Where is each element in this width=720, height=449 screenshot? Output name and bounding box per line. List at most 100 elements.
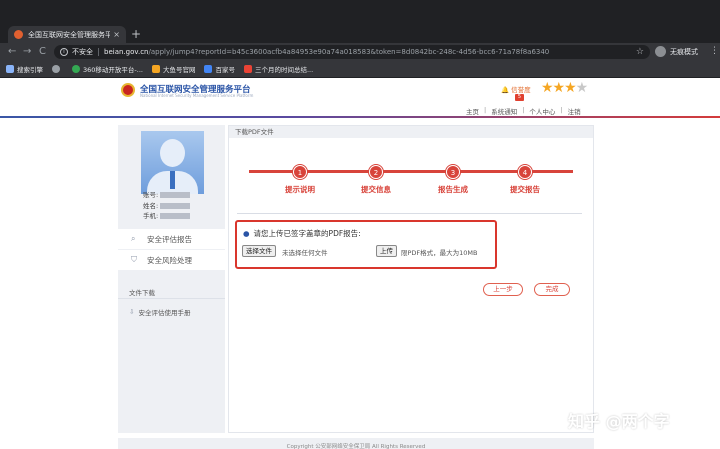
url-text[interactable]: beian.gov.cn/apply/jump4?reportId=b45c36… [104,48,632,56]
browser-tab[interactable]: 全国互联网安全管理服务平台 × [8,26,126,43]
previous-step-button[interactable]: 上一步 [483,283,523,296]
site-subtitle: National Internet Security Management Se… [140,93,254,98]
step-label: 提示说明 [285,185,315,194]
download-icon: ⇩ [129,308,135,316]
step-4: 4 提交报告 [495,165,555,195]
files-divider [118,298,225,299]
no-file-label: 未选择任何文件 [282,249,328,257]
menu-icon[interactable]: ⋮ [710,46,719,56]
bookmarks-bar: 搜索引擎 360移动开放平台-... 大鱼号官网 百家号 三个月的时间总结... [0,61,720,78]
bookmark-item[interactable]: 搜索引擎 [6,64,43,74]
browser-tab-bar: 全国互联网安全管理服务平台 × + [0,0,720,43]
name-label: 姓名: [143,201,159,210]
choose-file-button[interactable]: 选择文件 [242,245,276,257]
avatar-head [160,139,185,167]
info-icon[interactable]: i [60,48,68,56]
tab-title: 全国互联网安全管理服务平台 [28,30,111,39]
step-label: 提交报告 [510,185,540,194]
step-number: 1 [293,165,307,179]
nav-divider: | [522,106,525,114]
bookmark-label: 百家号 [215,66,235,74]
nav-profile[interactable]: 个人中心 [529,106,555,116]
step-number: 4 [518,165,532,179]
incognito-label: 无痕模式 [670,47,698,56]
avatar [141,131,204,194]
sidebar-item-security-report[interactable]: ⌕ 安全评估报告 [118,229,225,250]
step-1: 1 提示说明 [270,165,330,195]
url-host: beian.gov.cn [104,48,149,56]
step-label: 提交信息 [361,185,391,194]
bookmark-label: 大鱼号官网 [162,66,196,74]
bookmark-item[interactable]: 百家号 [204,64,235,74]
upload-button[interactable]: 上传 [376,245,397,257]
credit-badge: 5 [515,94,524,101]
nav-logout[interactable]: 注销 [568,106,581,116]
step-label: 报告生成 [438,185,468,194]
redacted-value [160,202,191,209]
bullet-icon: ● [243,229,250,238]
search-icon: ⌕ [131,234,136,243]
site-icon [151,65,160,73]
panel-title: 下载PDF文件 [229,126,593,138]
account-label: 账号: [143,191,159,199]
browser-toolbar: ← → C i 不安全 beian.gov.cn/apply/jump4?rep… [0,43,720,61]
reload-button[interactable]: C [39,43,46,61]
header-gradient-line [0,116,720,118]
main-panel: 下载PDF文件 1 提示说明 2 提交信息 3 报告生成 4 提交报告 ● 请您上… [228,125,594,433]
nav-home[interactable]: 主页 [466,106,479,116]
sidebar-item-label: 安全评估报告 [147,234,192,244]
not-secure-label: 不安全 [72,48,93,56]
steps-divider [237,213,582,214]
top-nav: 主页 | 系统通知 | 个人中心 | 注销 [466,106,581,116]
file-download-label: 安全评估使用手册 [138,309,191,317]
nav-notifications[interactable]: 系统通知 [491,106,517,116]
url-path: /apply/jump4?reportId=b45c3600acfb4a8495… [148,48,550,56]
upload-prompt: ● 请您上传已签字盖章的PDF报告: [243,228,361,239]
step-2: 2 提交信息 [346,165,406,195]
globe-icon [52,65,60,73]
phone-label: 手机: [143,212,159,220]
credit-label: 🔔 信誉度 [501,86,531,94]
new-tab-button[interactable]: + [131,26,141,43]
upload-prompt-text: 请您上传已签字盖章的PDF报告: [253,229,361,238]
user-info: 账号: 姓名: 手机: [143,190,191,222]
site-icon [72,65,80,73]
nav-divider: | [560,106,563,114]
police-emblem-icon [121,83,135,97]
address-bar[interactable]: i 不安全 beian.gov.cn/apply/jump4?reportId=… [54,45,650,59]
sidebar-menu: ⌕ 安全评估报告 ⛉ 安全风险处理 [118,229,225,271]
forward-button[interactable]: → [23,43,31,61]
bookmark-item[interactable]: 大鱼号官网 [151,64,196,74]
site-icon [243,65,252,73]
bookmark-label: 搜索引擎 [17,66,43,74]
sidebar-item-label: 安全风险处理 [147,255,192,265]
bookmark-label: 三个月的时间总结... [254,66,314,74]
site-favicon-icon [14,30,23,39]
sidebar: 账号: 姓名: 手机: ⌕ 安全评估报告 ⛉ 安全风险处理 文件下载 ⇩ 安全评… [118,125,225,433]
step-number: 2 [369,165,383,179]
credit-text: 信誉度 [511,86,531,94]
incognito-indicator[interactable]: 无痕模式 [655,46,698,57]
avatar-tie [170,171,175,189]
close-tab-icon[interactable]: × [113,30,120,39]
step-number: 3 [446,165,460,179]
bookmark-item[interactable] [52,65,63,73]
bookmark-item[interactable]: 三个月的时间总结... [243,64,314,74]
site-header: 全国互联网安全管理服务平台 National Internet Security… [0,78,720,118]
credit-stars: ★★★★ [541,80,588,96]
nav-divider: | [484,106,487,114]
bookmark-label: 360移动开放平台-... [83,66,143,74]
folder-icon [6,65,14,73]
redacted-value [160,192,191,198]
star-filled-icon: ★★★ [541,80,577,96]
upload-section: ● 请您上传已签字盖章的PDF报告: 选择文件 未选择任何文件 上传 限PDF格式… [235,220,497,269]
back-button[interactable]: ← [8,43,16,61]
sidebar-item-risk-handling[interactable]: ⛉ 安全风险处理 [118,250,225,271]
bookmark-item[interactable]: 360移动开放平台-... [72,64,143,74]
redacted-value [160,213,191,219]
done-button[interactable]: 完成 [534,283,570,296]
file-download-item[interactable]: ⇩ 安全评估使用手册 [129,307,190,317]
shield-icon: ⛉ [131,255,137,264]
bookmark-star-icon[interactable]: ☆ [636,47,644,57]
zhihu-watermark: 知乎 @两个字 [568,412,670,431]
